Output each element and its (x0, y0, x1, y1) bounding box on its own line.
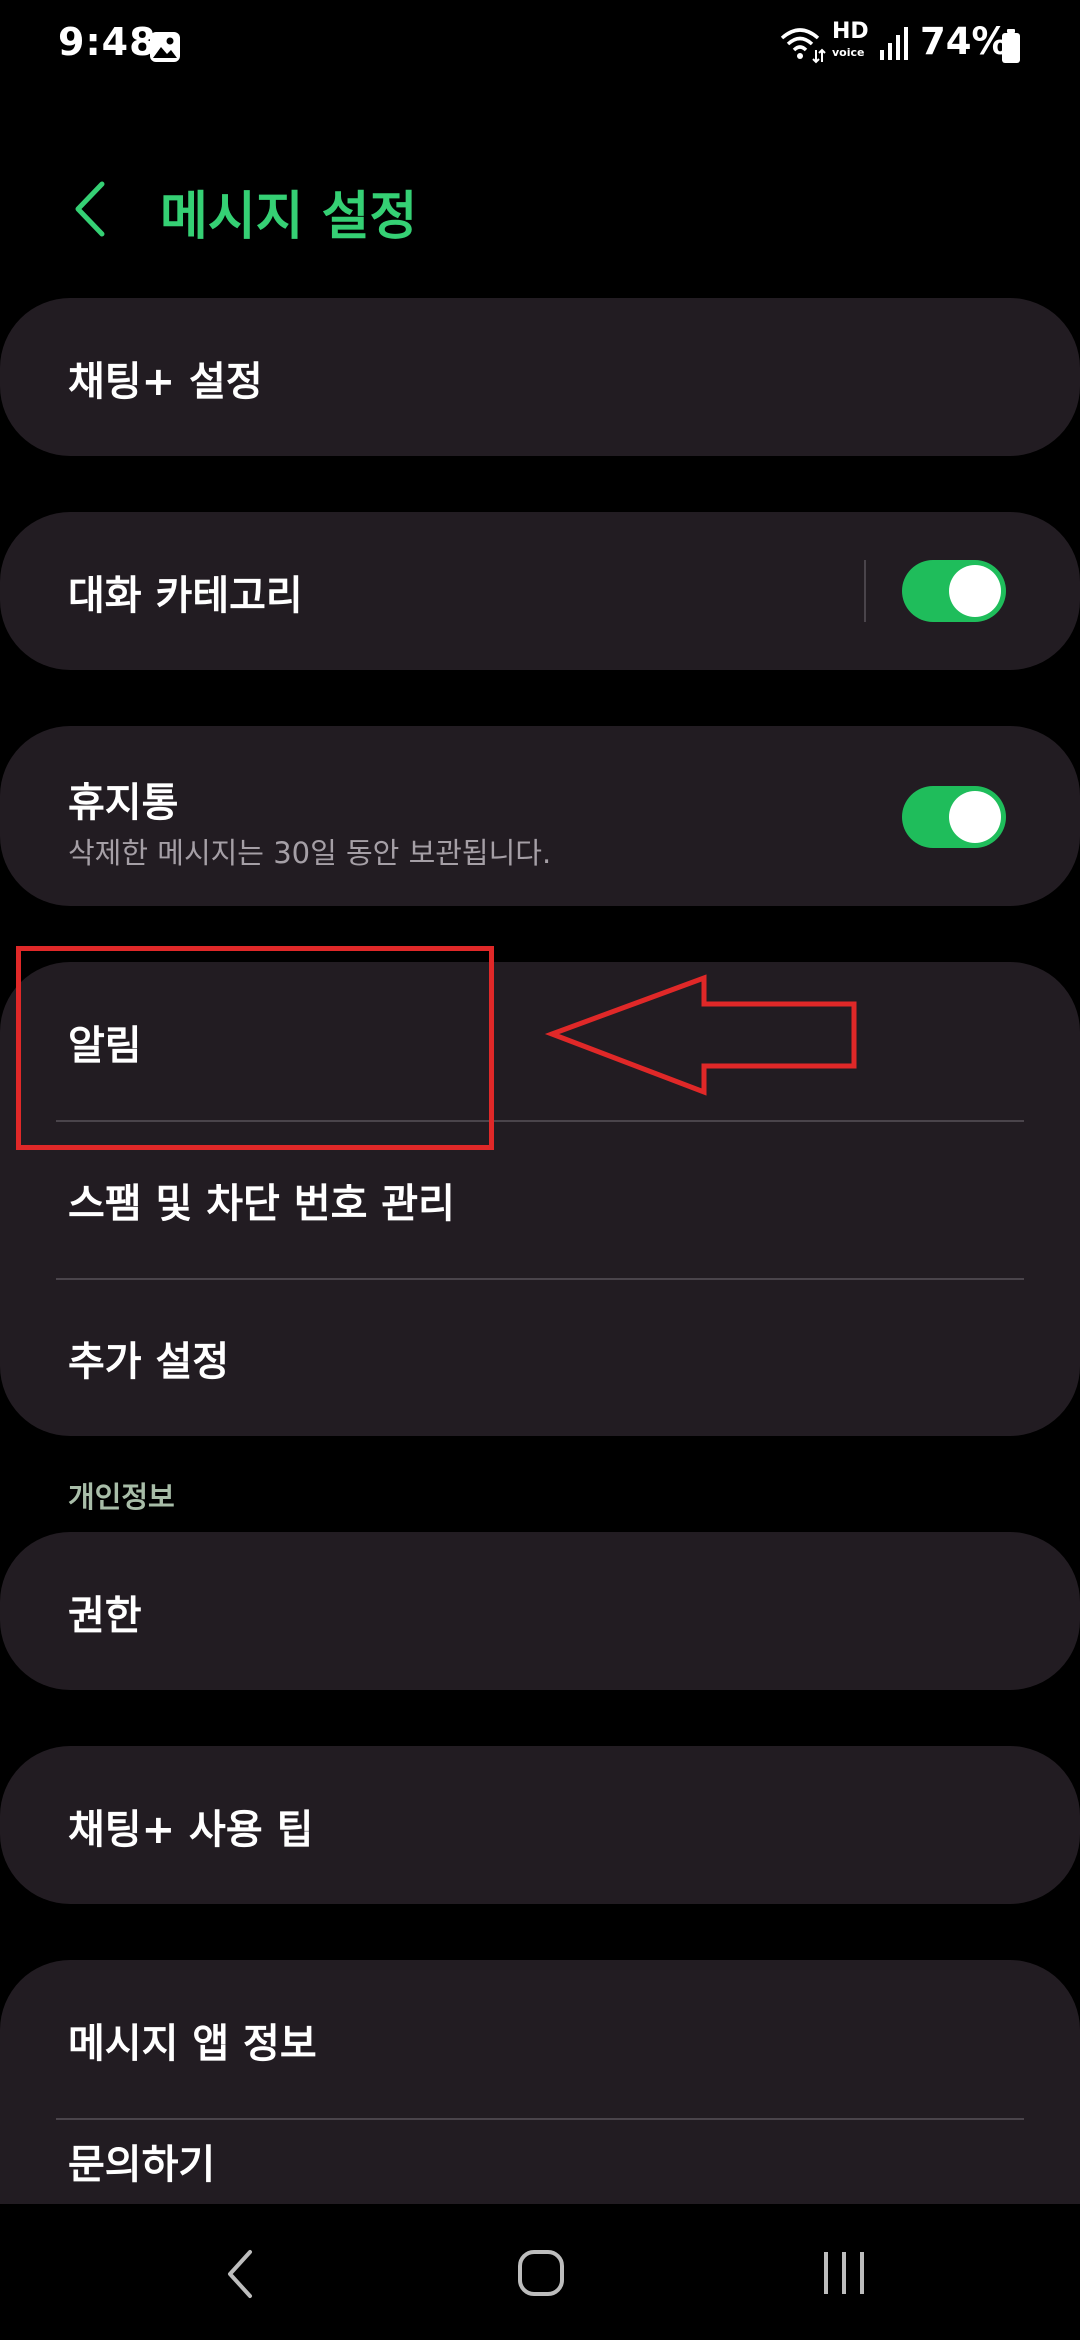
nav-home-icon[interactable] (516, 2248, 566, 2298)
hd-voice-icon: HD voice (832, 20, 870, 66)
chat-plus-tips-label: 채팅+ 사용 팁 (68, 1807, 314, 1853)
permissions-label: 권한 (68, 1593, 142, 1639)
nav-recents-icon[interactable] (820, 2248, 868, 2298)
trash-label: 휴지통 (68, 780, 179, 826)
contact-us-label: 문의하기 (68, 2142, 216, 2188)
more-settings-item[interactable]: 추가 설정 (0, 1280, 1080, 1436)
status-time: 9:48 (58, 20, 157, 64)
chat-plus-settings-item[interactable]: 채팅+ 설정 (0, 298, 1080, 456)
voice-label: voice (832, 46, 865, 59)
chevron-left-icon (75, 181, 105, 237)
arrow-left-annotation (544, 974, 857, 1096)
conversation-categories-item[interactable]: 대화 카테고리 (0, 512, 1080, 670)
nav-back-icon[interactable] (220, 2246, 260, 2302)
more-settings-label: 추가 설정 (68, 1339, 230, 1385)
about-app-label: 메시지 앱 정보 (68, 2021, 317, 2067)
contact-us-item[interactable]: 문의하기 (0, 2120, 1080, 2204)
toggle-knob (949, 565, 1001, 617)
conversation-categories-toggle[interactable] (902, 560, 1006, 622)
navigation-bar (0, 2204, 1080, 2340)
trash-item[interactable]: 휴지통 삭제한 메시지는 30일 동안 보관됩니다. (0, 726, 1080, 906)
about-group-card: 메시지 앱 정보 문의하기 (0, 1960, 1080, 2204)
vertical-divider (864, 560, 866, 622)
back-button[interactable] (62, 176, 116, 242)
about-app-item[interactable]: 메시지 앱 정보 (0, 1960, 1080, 2118)
permissions-item[interactable]: 권한 (0, 1532, 1080, 1690)
trash-subtitle: 삭제한 메시지는 30일 동안 보관됩니다. (68, 836, 552, 870)
chat-plus-tips-item[interactable]: 채팅+ 사용 팁 (0, 1746, 1080, 1904)
spam-block-label: 스팸 및 차단 번호 관리 (68, 1181, 455, 1227)
gallery-icon (150, 32, 180, 62)
battery-icon (1002, 29, 1020, 63)
battery-percentage: 74% (920, 20, 1009, 63)
hd-label: HD (832, 19, 869, 44)
privacy-section-header: 개인정보 (68, 1480, 175, 1514)
conversation-categories-label: 대화 카테고리 (68, 573, 303, 619)
wifi-icon (780, 28, 826, 64)
page-title: 메시지 설정 (160, 187, 418, 247)
trash-toggle[interactable] (902, 786, 1006, 848)
signal-icon (880, 27, 908, 60)
toggle-knob (949, 791, 1001, 843)
status-bar: 9:48 HD voice 74% (0, 0, 1080, 96)
chat-plus-settings-label: 채팅+ 설정 (68, 359, 263, 405)
highlight-box (16, 946, 494, 1150)
